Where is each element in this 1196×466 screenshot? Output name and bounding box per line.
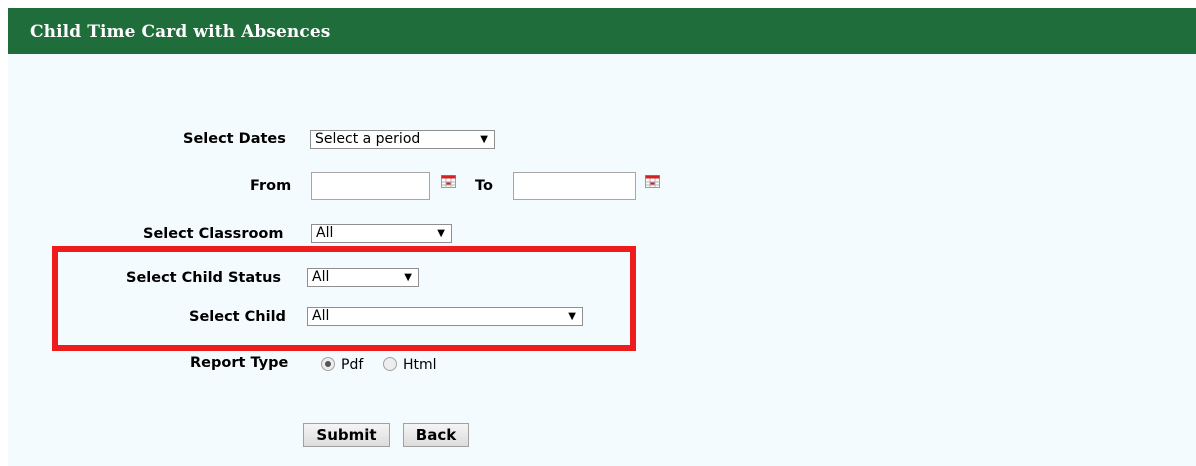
back-button[interactable]: Back (403, 423, 469, 447)
chevron-down-icon: ▼ (480, 134, 488, 145)
select-dates-value: Select a period (315, 131, 421, 147)
chevron-down-icon: ▼ (437, 228, 445, 239)
to-label: To (475, 178, 493, 194)
select-child-status-label: Select Child Status (126, 270, 282, 286)
report-type-pdf-radio[interactable] (321, 357, 335, 371)
report-type-html-label: Html (403, 357, 437, 373)
from-date-input[interactable] (311, 172, 430, 200)
page-header: Child Time Card with Absences (8, 8, 1196, 54)
select-child-status-dropdown[interactable]: All ▼ (307, 268, 419, 287)
page-title: Child Time Card with Absences (30, 22, 331, 42)
report-type-html-radio[interactable] (383, 357, 397, 371)
select-child-dropdown[interactable]: All ▼ (307, 307, 583, 326)
radio-selected-dot (325, 361, 331, 367)
calendar-icon[interactable] (645, 175, 660, 188)
select-classroom-dropdown[interactable]: All ▼ (311, 224, 452, 243)
from-label: From (250, 178, 292, 194)
highlight-box (52, 246, 636, 351)
select-child-status-value: All (312, 269, 330, 285)
select-classroom-label: Select Classroom (143, 226, 284, 242)
to-date-input[interactable] (513, 172, 636, 200)
select-dates-label: Select Dates (183, 131, 286, 147)
select-child-label: Select Child (189, 309, 286, 325)
chevron-down-icon: ▼ (568, 311, 576, 322)
submit-button[interactable]: Submit (303, 423, 390, 447)
select-dates-dropdown[interactable]: Select a period ▼ (310, 130, 495, 149)
chevron-down-icon: ▼ (404, 272, 412, 283)
calendar-icon[interactable] (441, 175, 456, 188)
report-type-pdf-label: Pdf (341, 357, 364, 373)
select-child-value: All (312, 308, 330, 324)
report-type-label: Report Type (190, 355, 289, 371)
select-classroom-value: All (316, 225, 334, 241)
